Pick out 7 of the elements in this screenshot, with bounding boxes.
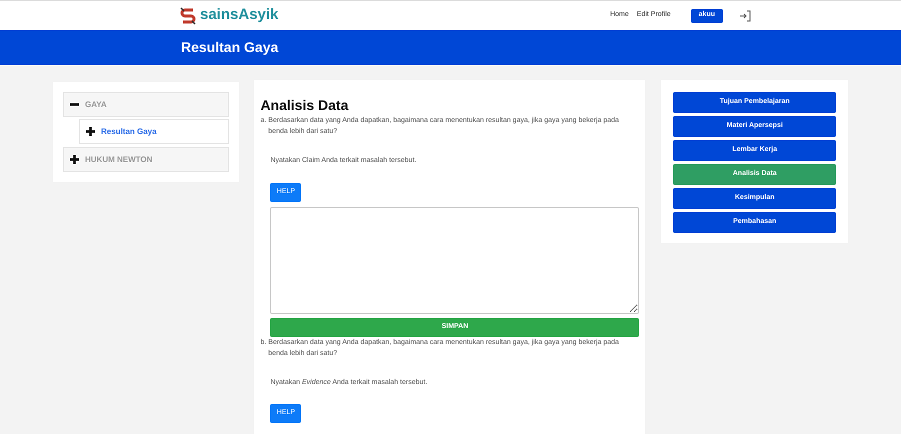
logo-icon bbox=[180, 6, 196, 24]
page-title: Resultan Gaya bbox=[181, 38, 278, 57]
answer-field[interactable] bbox=[270, 206, 640, 314]
subtopic-item[interactable]: Resultan Gaya bbox=[79, 119, 230, 144]
logo-text[interactable]: sainsAsyik bbox=[200, 4, 278, 27]
logout-icon[interactable] bbox=[739, 10, 751, 22]
section-title: Analisis Data bbox=[260, 98, 350, 112]
